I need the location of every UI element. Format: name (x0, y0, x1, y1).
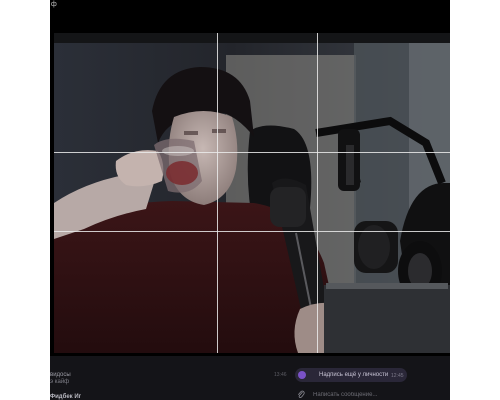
message-composer (295, 389, 450, 400)
avatar (298, 371, 306, 379)
chat-list-item-time: 13:46 (274, 372, 287, 378)
camera-feed (54, 33, 450, 353)
message-input[interactable] (313, 390, 443, 399)
message-text: Надпись ещё у личности (319, 372, 389, 378)
message-time: 12:45 (391, 373, 404, 379)
grid-line-vertical-2 (317, 33, 318, 353)
paperclip-icon[interactable] (297, 390, 305, 399)
grid-line-horizontal-2 (54, 231, 450, 232)
grid-line-vertical-1 (217, 33, 218, 353)
chat-panel: видосы э кайф 13:46 Фидбек Иг Надпись ещ… (50, 356, 450, 400)
chat-list-item-snippet: э кайф (50, 379, 70, 385)
title-bar: ф (50, 0, 450, 30)
grid-line-horizontal-1 (54, 152, 450, 153)
chat-list-item-name[interactable]: видосы (50, 372, 71, 378)
window-title: ф (51, 1, 57, 8)
chat-list-item-name-2[interactable]: Фидбек Иг (50, 394, 81, 400)
camera-app-window: ф видосы э кайф 13:46 Фидбек Иг Надпись … (50, 0, 450, 400)
message-bubble[interactable]: Надпись ещё у личности 12:45 (295, 368, 407, 382)
camera-viewfinder[interactable] (54, 33, 450, 353)
